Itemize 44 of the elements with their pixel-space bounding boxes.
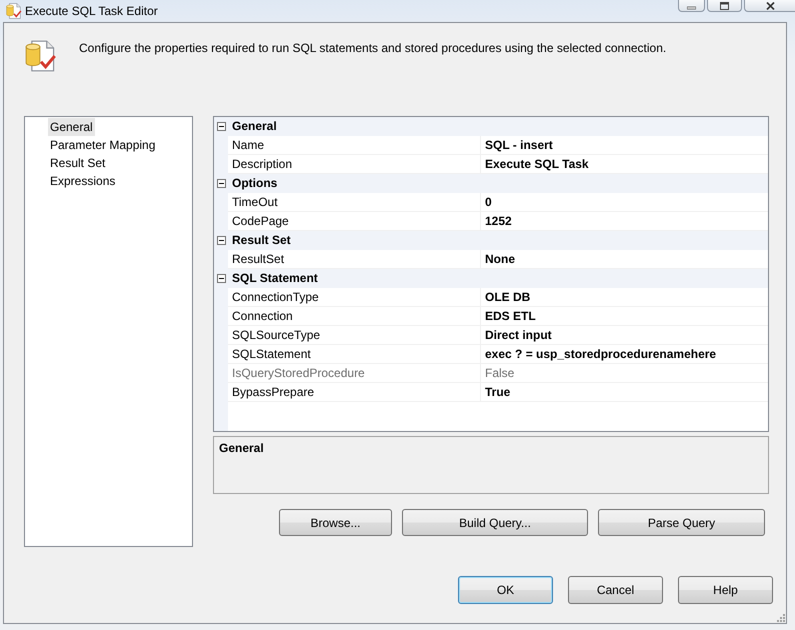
minus-icon[interactable] xyxy=(217,122,226,131)
property-name: Name xyxy=(228,136,481,155)
category-label: General xyxy=(232,118,277,135)
property-value[interactable]: Direct input xyxy=(481,326,768,345)
property-name: SQLStatement xyxy=(228,345,481,364)
property-value[interactable]: 0 xyxy=(481,193,768,212)
property-name: BypassPrepare xyxy=(228,383,481,402)
dialog-button[interactable]: OK xyxy=(458,576,553,604)
maximize-icon xyxy=(720,2,729,10)
close-button[interactable] xyxy=(744,0,795,12)
property-name: IsQueryStoredProcedure xyxy=(228,364,481,383)
minus-icon[interactable] xyxy=(217,236,226,245)
property-value[interactable]: SQL - insert xyxy=(481,136,768,155)
category-label: Options xyxy=(232,175,278,192)
window-title: Execute SQL Task Editor xyxy=(25,4,158,18)
query-button[interactable]: Browse... xyxy=(279,509,392,536)
property-name: TimeOut xyxy=(228,193,481,212)
minimize-button[interactable] xyxy=(678,0,705,12)
category-label: Result Set xyxy=(232,232,291,249)
close-icon xyxy=(766,2,774,10)
header-description: Configure the properties required to run SQL statements and stored procedures using the selected connection. xyxy=(79,41,666,55)
query-button[interactable]: Parse Query xyxy=(598,509,765,536)
dialog-button[interactable]: Help xyxy=(678,576,773,604)
database-document-icon xyxy=(6,3,22,19)
property-name: ConnectionType xyxy=(228,288,481,307)
resize-grip-icon[interactable] xyxy=(777,614,785,622)
query-button[interactable]: Build Query... xyxy=(402,509,588,536)
property-value[interactable]: exec ? = usp_storedprocedurenamehere xyxy=(481,345,768,364)
property-value[interactable]: OLE DB xyxy=(481,288,768,307)
minus-icon[interactable] xyxy=(217,274,226,283)
property-name: SQLSourceType xyxy=(228,326,481,345)
page-item[interactable]: Result Set xyxy=(48,154,108,172)
minus-icon[interactable] xyxy=(217,179,226,188)
description-title: General xyxy=(219,441,265,455)
dialog-button[interactable]: Cancel xyxy=(568,576,663,604)
category-label: SQL Statement xyxy=(232,270,318,287)
maximize-button[interactable] xyxy=(707,0,742,12)
page-item[interactable]: Expressions xyxy=(48,172,118,190)
property-value[interactable]: EDS ETL xyxy=(481,307,768,326)
property-value[interactable]: True xyxy=(481,383,768,402)
page-item[interactable]: General xyxy=(48,118,95,136)
property-name: Connection xyxy=(228,307,481,326)
page-item[interactable]: Parameter Mapping xyxy=(48,136,158,154)
database-document-icon xyxy=(25,40,57,72)
